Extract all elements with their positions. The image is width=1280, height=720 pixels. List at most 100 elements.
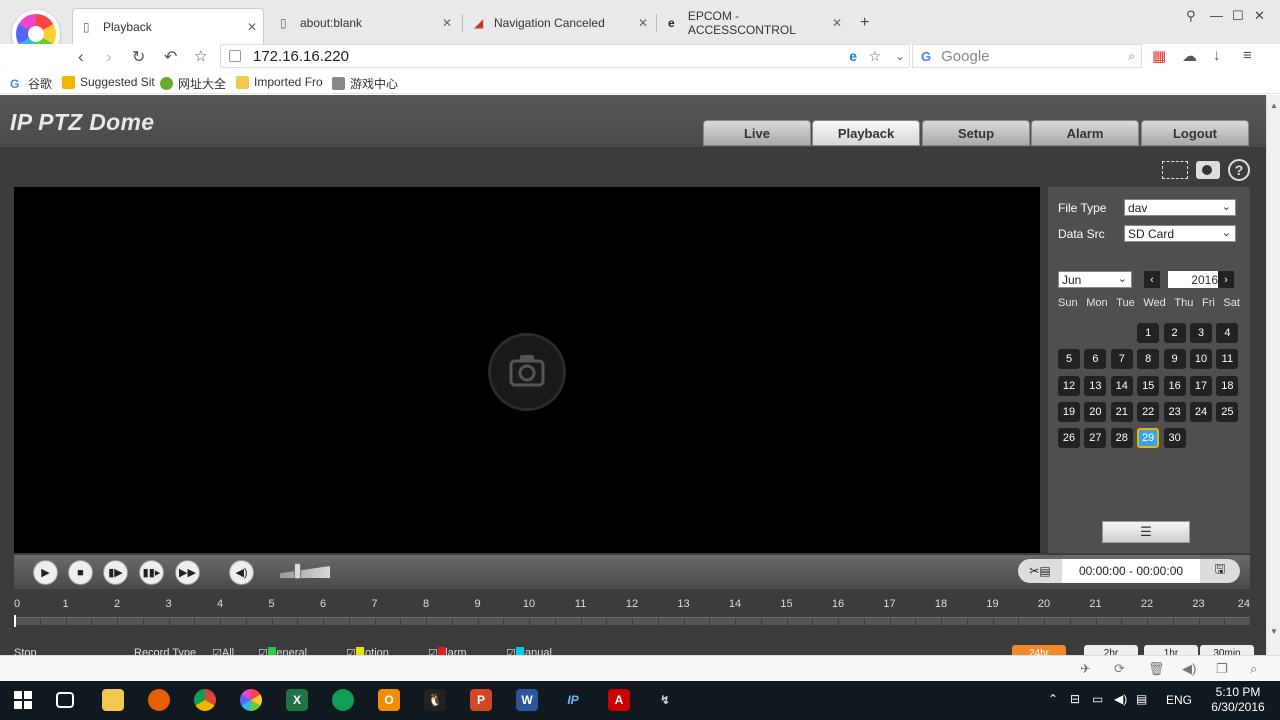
language-indicator[interactable]: ENG: [1166, 693, 1192, 707]
windows-start-icon[interactable]: [12, 689, 34, 711]
acrobat-icon[interactable]: A: [608, 689, 630, 711]
timeline-cursor[interactable]: [14, 615, 16, 627]
file-list-button[interactable]: ☰: [1102, 521, 1190, 543]
zoom-24hr-button[interactable]: 24hr: [1012, 645, 1066, 655]
tab-epcom[interactable]: e EPCOM - ACCESSCONTROL ✕: [658, 8, 848, 38]
chrome-icon[interactable]: [194, 689, 216, 711]
undo-icon[interactable]: ↶: [164, 47, 177, 67]
calendar-day[interactable]: 30: [1163, 428, 1186, 449]
calendar-day[interactable]: 1: [1137, 323, 1160, 343]
minimize-icon[interactable]: —: [1210, 8, 1223, 23]
calendar-day[interactable]: 18: [1216, 375, 1239, 396]
calendar-day[interactable]: 5: [1058, 349, 1080, 370]
ie-mode-icon[interactable]: e: [849, 48, 857, 64]
window-icon[interactable]: ❐: [1216, 661, 1228, 677]
back-icon[interactable]: ‹: [78, 47, 84, 67]
data-src-select[interactable]: SD Card ⌄: [1124, 225, 1236, 242]
bookmark-folder[interactable]: Imported Fro: [236, 75, 323, 89]
search-box[interactable]: G Google ⌕: [912, 44, 1142, 68]
timeline-track[interactable]: [14, 617, 1250, 626]
new-tab-button[interactable]: +: [860, 14, 869, 32]
ip-tool-icon[interactable]: IP: [562, 689, 584, 711]
stop-icon[interactable]: ■: [68, 560, 93, 585]
tab-about-blank[interactable]: ▯ about:blank ✕: [270, 8, 458, 38]
prev-year-button[interactable]: ‹: [1144, 271, 1160, 288]
close-tab-icon[interactable]: ✕: [247, 20, 257, 34]
bookmark-star-icon[interactable]: ☆: [194, 47, 207, 65]
nav-alarm[interactable]: Alarm: [1031, 120, 1139, 146]
calendar-day[interactable]: 25: [1216, 401, 1239, 422]
calendar-day[interactable]: 24: [1190, 401, 1212, 422]
powerpoint-icon[interactable]: P: [470, 689, 492, 711]
snapshot-icon[interactable]: [1196, 161, 1220, 179]
scroll-down-icon[interactable]: ▼: [1270, 627, 1278, 636]
chrome-alt-icon[interactable]: [332, 689, 354, 711]
month-select[interactable]: Jun ⌄: [1058, 271, 1132, 288]
zoom-2hr-button[interactable]: 2hr: [1084, 645, 1138, 655]
favorite-star-icon[interactable]: ☆: [868, 48, 881, 65]
next-year-button[interactable]: ›: [1218, 271, 1234, 288]
forward-icon[interactable]: ›: [106, 47, 112, 67]
zoom-icon[interactable]: ⌕: [1250, 661, 1257, 677]
battery-icon[interactable]: ▭: [1092, 692, 1103, 706]
calendar-day[interactable]: 10: [1190, 349, 1212, 370]
zoom-1hr-button[interactable]: 1hr: [1144, 645, 1198, 655]
timeline[interactable]: 0 1 2 3 4 5 6 7 8 9 10 11 12 13 14 15 16 17 18 19 20 21 22 23 24…: [14, 595, 1254, 655]
play-icon[interactable]: ▶: [33, 560, 58, 585]
file-explorer-icon[interactable]: [102, 689, 124, 711]
bookmark-item[interactable]: 网址大全: [160, 75, 226, 92]
bookmark-item[interactable]: Suggested Sit: [62, 75, 155, 89]
task-view-icon[interactable]: [56, 692, 74, 708]
close-tab-icon[interactable]: ✕: [832, 16, 842, 30]
calendar-day[interactable]: 12: [1058, 375, 1080, 396]
volume-icon[interactable]: ◀): [229, 560, 254, 585]
calendar-day[interactable]: 7: [1110, 349, 1133, 370]
chevron-down-icon[interactable]: ⌄: [895, 49, 905, 63]
word-icon[interactable]: W: [516, 689, 538, 711]
legend-general[interactable]: ☑ General: [258, 647, 307, 655]
tab-playback[interactable]: ▯ Playback ✕: [72, 8, 264, 44]
video-player[interactable]: [14, 187, 1040, 553]
calendar-day[interactable]: 14: [1110, 375, 1133, 396]
volume-slider[interactable]: [280, 566, 330, 578]
network-icon[interactable]: ⊟: [1070, 692, 1080, 706]
cloud-icon[interactable]: ☁: [1182, 47, 1197, 65]
calendar-day[interactable]: 22: [1137, 401, 1160, 422]
calendar-day[interactable]: 11: [1216, 349, 1239, 370]
help-icon[interactable]: ?: [1228, 159, 1250, 181]
calendar-day[interactable]: 16: [1163, 375, 1186, 396]
calendar-day[interactable]: 20: [1084, 401, 1107, 422]
calendar-day[interactable]: 4: [1216, 323, 1239, 343]
clip-region-icon[interactable]: [1162, 161, 1188, 179]
legend-alarm[interactable]: ☑ Alarm: [428, 647, 467, 655]
menu-icon[interactable]: ≡: [1243, 47, 1252, 64]
bookmark-item[interactable]: 游戏中心: [332, 75, 398, 92]
qq-icon[interactable]: 🐧: [424, 689, 446, 711]
calendar-day[interactable]: 13: [1084, 375, 1107, 396]
calendar-day[interactable]: 21: [1110, 401, 1133, 422]
legend-all[interactable]: ☑ All: [212, 647, 234, 655]
file-type-select[interactable]: dav ⌄: [1124, 199, 1236, 216]
calendar-day[interactable]: 27: [1084, 428, 1107, 449]
apps-icon[interactable]: ▦: [1152, 47, 1166, 65]
reload-icon[interactable]: ↻: [132, 47, 145, 67]
legend-manual[interactable]: ☑ Manual: [506, 647, 552, 655]
maximize-icon[interactable]: ☐: [1232, 8, 1244, 24]
calendar-day[interactable]: 2: [1163, 323, 1186, 343]
sound-icon[interactable]: ◀): [1182, 661, 1196, 677]
bookmark-item[interactable]: G 谷歌: [10, 75, 52, 92]
close-tab-icon[interactable]: ✕: [638, 16, 648, 30]
video-clip-icon[interactable]: ✂▤: [1018, 559, 1062, 583]
fast-forward-icon[interactable]: ▶▶: [175, 560, 200, 585]
save-icon[interactable]: 🖫: [1200, 559, 1240, 583]
refresh-icon[interactable]: ⟳: [1114, 661, 1125, 677]
tool-icon[interactable]: ↯: [654, 689, 676, 711]
download-icon[interactable]: ↓: [1213, 47, 1221, 64]
calendar-day-selected[interactable]: 29: [1137, 428, 1160, 449]
nav-setup[interactable]: Setup: [922, 120, 1030, 146]
extension-icon[interactable]: ✈: [1080, 661, 1091, 677]
nav-live[interactable]: Live: [703, 120, 811, 146]
address-text[interactable]: 172.16.16.220: [253, 48, 349, 65]
close-window-icon[interactable]: ✕: [1254, 8, 1265, 24]
calendar-day[interactable]: 19: [1058, 401, 1080, 422]
